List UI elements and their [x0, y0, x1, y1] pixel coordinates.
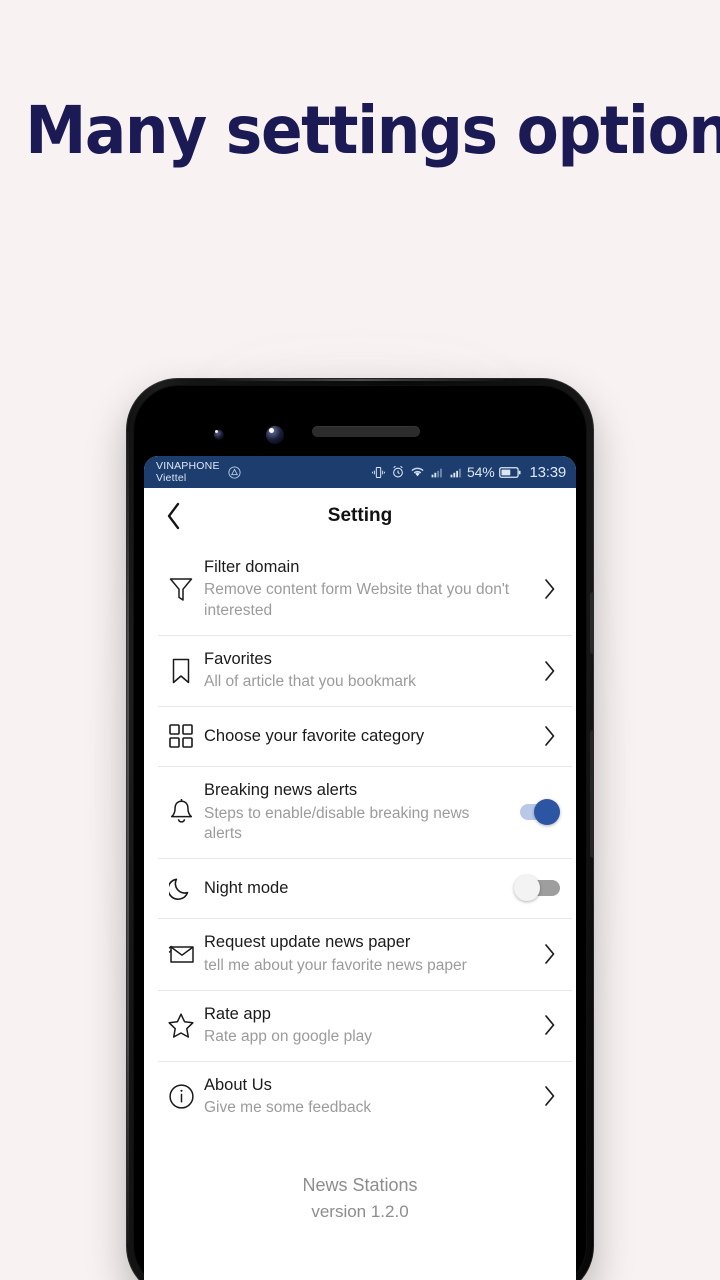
app-version-label: version 1.2.0	[311, 1201, 409, 1221]
list-item-subtitle: Give me some feedback	[204, 1099, 372, 1117]
list-item-subtitle: Steps to enable/disable breaking news al…	[204, 804, 470, 843]
app-name-label: News Stations	[302, 1174, 418, 1195]
earpiece-speaker	[312, 426, 420, 437]
phone-device-frame: VINAPHONE Viettel 54% 13:39 Setting Filt…	[126, 378, 594, 1280]
list-item-title: Rate app	[204, 1004, 271, 1023]
app-bar-title: Setting	[327, 504, 393, 526]
list-item-night-mode[interactable]: Night mode	[144, 858, 576, 918]
status-bar: VINAPHONE Viettel 54% 13:39	[144, 456, 576, 488]
list-item-text: Choose your favorite category	[204, 725, 538, 747]
clock-label: 13:39	[529, 463, 566, 481]
list-item-text: Rate app Rate app on google play	[204, 1003, 538, 1048]
signal-icon	[431, 468, 442, 477]
bezel-highlight-left	[127, 432, 129, 1244]
list-item-about-us[interactable]: About Us Give me some feedback	[144, 1060, 576, 1132]
list-item-title: Choose your favorite category	[204, 727, 425, 746]
breaking-news-alerts-toggle[interactable]	[514, 799, 560, 826]
toggle-thumb	[514, 875, 540, 902]
chevron-right-icon	[538, 1085, 560, 1107]
list-item-breaking-news-alerts[interactable]: Breaking news alerts Steps to enable/dis…	[144, 766, 576, 858]
vibrate-icon	[372, 466, 386, 478]
carrier-badge-icon	[228, 465, 241, 479]
bell-icon	[158, 798, 204, 826]
list-item-title: Breaking news alerts	[204, 781, 358, 800]
list-item-filter-domain[interactable]: Filter domain Remove content form Websit…	[144, 543, 576, 635]
list-item-title: Filter domain	[204, 558, 300, 576]
app-footer: News Stations version 1.2.0	[144, 1132, 576, 1225]
battery-percentage-label: 54%	[467, 464, 495, 480]
bezel-highlight-top	[216, 379, 504, 381]
list-item-rate-app[interactable]: Rate app Rate app on google play	[144, 989, 576, 1061]
list-item-title: Request update news paper	[204, 933, 411, 952]
alarm-icon	[393, 465, 403, 478]
envelope-icon	[158, 943, 204, 965]
list-item-text: Request update news paper tell me about …	[204, 931, 538, 976]
list-item-favorites[interactable]: Favorites All of article that you bookma…	[144, 635, 576, 706]
list-item-favorite-category[interactable]: Choose your favorite category	[144, 706, 576, 766]
list-item-text: Breaking news alerts Steps to enable/dis…	[204, 779, 514, 845]
carrier-labels: VINAPHONE Viettel	[156, 460, 220, 485]
front-camera-icon	[266, 426, 284, 444]
list-item-text: Filter domain Remove content form Websit…	[204, 556, 538, 622]
list-item-title: About Us	[204, 1075, 272, 1094]
list-item-subtitle: Rate app on google play	[204, 1027, 373, 1045]
sensor-icon	[214, 430, 224, 440]
list-item-title: Night mode	[204, 879, 289, 898]
settings-list: Filter domain Remove content form Websit…	[144, 543, 576, 1132]
info-circle-icon	[158, 1083, 204, 1110]
chevron-right-icon	[538, 578, 560, 600]
page-title: Many settings options	[25, 92, 720, 169]
list-item-text: Favorites All of article that you bookma…	[204, 648, 538, 693]
bookmark-icon	[158, 657, 204, 685]
chevron-right-icon	[538, 725, 560, 747]
signal-icon	[450, 468, 461, 477]
list-item-subtitle: tell me about your favorite news paper	[204, 956, 467, 974]
night-mode-toggle[interactable]	[514, 875, 560, 902]
list-item-request-update[interactable]: Request update news paper tell me about …	[144, 918, 576, 989]
volume-button[interactable]	[590, 592, 594, 654]
status-icon-group: 54% 13:39	[371, 464, 566, 481]
list-item-subtitle: All of article that you bookmark	[204, 673, 416, 691]
power-button[interactable]	[590, 730, 594, 858]
list-item-title: Favorites	[204, 650, 272, 669]
carrier-secondary-label: Viettel	[156, 472, 187, 484]
carrier-primary-label: VINAPHONE	[156, 459, 220, 472]
filter-funnel-icon	[158, 575, 204, 603]
list-item-text: About Us Give me some feedback	[204, 1074, 538, 1119]
chevron-right-icon	[538, 1014, 560, 1036]
moon-icon	[158, 875, 204, 901]
list-item-subtitle: Remove content form Website that you don…	[204, 581, 510, 620]
app-bar: Setting	[144, 488, 576, 543]
star-icon	[158, 1012, 204, 1039]
wifi-icon	[411, 467, 424, 477]
chevron-left-icon	[167, 502, 180, 529]
chevron-right-icon	[538, 943, 560, 965]
phone-screen: VINAPHONE Viettel 54% 13:39 Setting Filt…	[144, 456, 576, 1280]
list-item-text: Night mode	[204, 877, 514, 899]
back-button[interactable]	[150, 492, 198, 540]
chevron-right-icon	[538, 660, 560, 682]
grid-icon	[158, 723, 204, 749]
battery-icon	[499, 466, 522, 478]
toggle-thumb	[534, 799, 560, 826]
